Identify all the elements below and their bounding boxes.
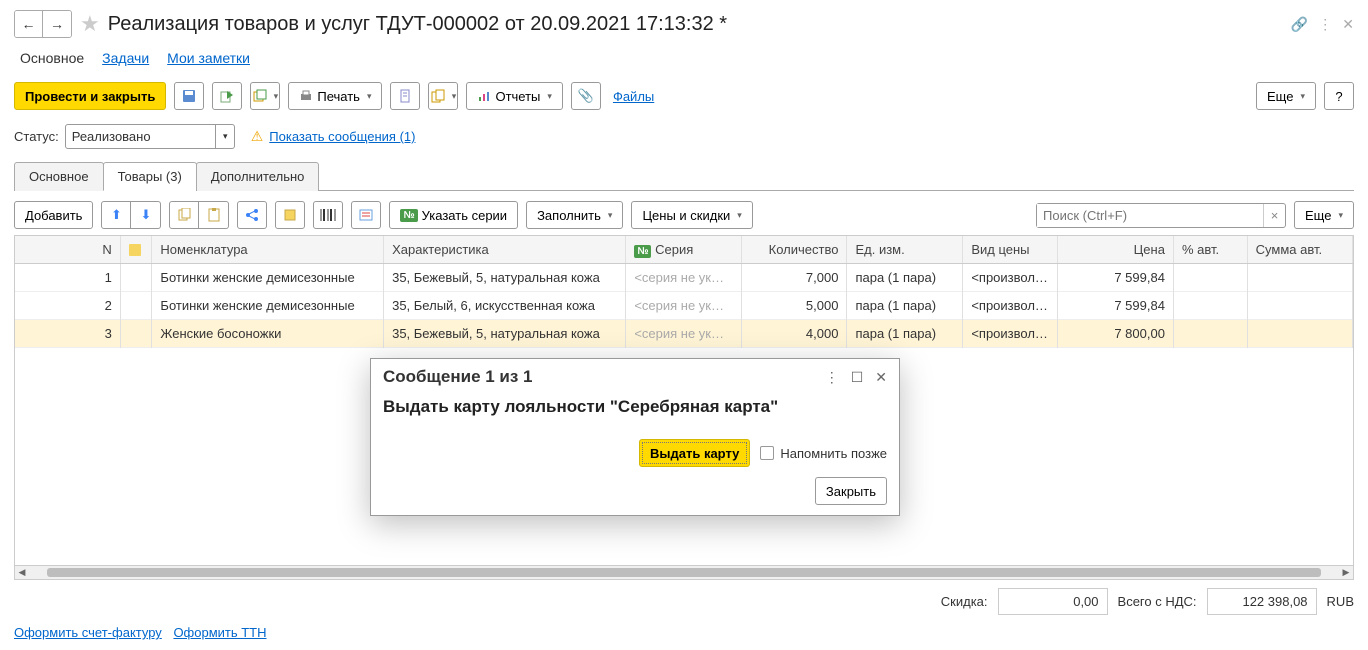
save-button[interactable] xyxy=(174,82,204,110)
close-window-icon[interactable]: ✕ xyxy=(1342,16,1354,33)
more-button[interactable]: Еще▾ xyxy=(1256,82,1316,110)
help-button[interactable]: ? xyxy=(1324,82,1354,110)
col-flag[interactable] xyxy=(120,236,152,264)
files-link[interactable]: Файлы xyxy=(613,89,654,104)
col-n[interactable]: N xyxy=(15,236,120,264)
subtab-main[interactable]: Основное xyxy=(20,50,84,66)
subtab-tasks[interactable]: Задачи xyxy=(102,50,149,66)
favorite-star-icon[interactable]: ★ xyxy=(80,11,100,37)
copy-button[interactable] xyxy=(169,201,199,229)
add-row-button[interactable]: Добавить xyxy=(14,201,93,229)
related-docs-button[interactable]: ▾ xyxy=(428,82,458,110)
fill-button[interactable]: Заполнить▾ xyxy=(526,201,623,229)
show-messages-link[interactable]: Показать сообщения (1) xyxy=(269,129,415,144)
nav-back-button[interactable]: ← xyxy=(15,11,43,37)
dialog-body: Выдать карту лояльности "Серебряная карт… xyxy=(371,391,899,431)
post-button[interactable] xyxy=(212,82,242,110)
col-serial[interactable]: № Серия xyxy=(626,236,742,264)
dialog-maximize-icon[interactable]: ☐ xyxy=(851,369,864,386)
dialog-close-button[interactable]: Закрыть xyxy=(815,477,887,505)
print-button[interactable]: Печать▾ xyxy=(288,82,382,110)
link-icon[interactable]: 🔗 xyxy=(1291,16,1308,33)
tab-extra[interactable]: Дополнительно xyxy=(196,162,320,191)
specify-series-button[interactable]: №Указать серии xyxy=(389,201,518,229)
message-dialog: Сообщение 1 из 1 ⋮ ☐ ✕ Выдать карту лоял… xyxy=(370,358,900,516)
list-edit-button[interactable] xyxy=(351,201,381,229)
col-auto-pct[interactable]: % авт. xyxy=(1173,236,1247,264)
goods-table: N Номенклатура Характеристика № Серия Ко… xyxy=(15,236,1353,348)
dialog-title: Сообщение 1 из 1 xyxy=(383,367,533,387)
issue-card-button[interactable]: Выдать карту xyxy=(639,439,750,467)
col-quantity[interactable]: Количество xyxy=(742,236,847,264)
dialog-kebab-icon[interactable]: ⋮ xyxy=(825,369,839,386)
move-down-button[interactable]: ⬇ xyxy=(131,201,161,229)
search-clear-button[interactable]: × xyxy=(1263,204,1285,227)
discount-label: Скидка: xyxy=(941,594,988,609)
table-row[interactable]: 3Женские босоножки35, Бежевый, 5, натура… xyxy=(15,320,1353,348)
post-and-close-button[interactable]: Провести и закрыть xyxy=(14,82,166,110)
prices-discounts-button[interactable]: Цены и скидки▾ xyxy=(631,201,752,229)
horizontal-scrollbar[interactable]: ◀ ▶ xyxy=(15,565,1353,579)
ttn-link[interactable]: Оформить ТТН xyxy=(173,625,266,640)
tab-main[interactable]: Основное xyxy=(14,162,104,191)
remind-later-checkbox[interactable]: Напомнить позже xyxy=(760,446,887,461)
col-sum-auto[interactable]: Сумма авт. xyxy=(1247,236,1352,264)
total-label: Всего с НДС: xyxy=(1118,594,1197,609)
col-price[interactable]: Цена xyxy=(1058,236,1174,264)
table-row[interactable]: 1Ботинки женские демисезонные35, Бежевый… xyxy=(15,264,1353,292)
share-button[interactable] xyxy=(237,201,267,229)
page-title: Реализация товаров и услуг ТДУТ-000002 о… xyxy=(108,13,727,36)
invoice-link[interactable]: Оформить счет-фактуру xyxy=(14,625,162,640)
status-select[interactable]: Реализовано xyxy=(65,124,235,149)
chevron-down-icon[interactable]: ▾ xyxy=(215,124,235,149)
table-search-input[interactable] xyxy=(1037,204,1263,227)
tab-goods[interactable]: Товары (3) xyxy=(103,162,197,191)
table-more-button[interactable]: Еще▾ xyxy=(1294,201,1354,229)
move-up-button[interactable]: ⬆ xyxy=(101,201,131,229)
table-row[interactable]: 2Ботинки женские демисезонные35, Белый, … xyxy=(15,292,1353,320)
discount-value[interactable]: 0,00 xyxy=(998,588,1108,615)
subtab-notes[interactable]: Мои заметки xyxy=(167,50,250,66)
total-value: 122 398,08 xyxy=(1207,588,1317,615)
currency-label: RUB xyxy=(1327,594,1354,609)
barcode-button[interactable] xyxy=(313,201,343,229)
reports-button[interactable]: Отчеты▾ xyxy=(466,82,562,110)
col-unit[interactable]: Ед. изм. xyxy=(847,236,963,264)
col-nomenclature[interactable]: Номенклатура xyxy=(152,236,384,264)
pick-button[interactable] xyxy=(275,201,305,229)
status-label: Статус: xyxy=(14,129,59,144)
attach-button[interactable]: 📎 xyxy=(571,82,601,110)
paste-button[interactable] xyxy=(199,201,229,229)
doc-icon-button[interactable] xyxy=(390,82,420,110)
create-based-button[interactable]: ▾ xyxy=(250,82,280,110)
dialog-close-icon[interactable]: ✕ xyxy=(875,369,887,386)
nav-forward-button[interactable]: → xyxy=(43,11,71,37)
kebab-icon[interactable]: ⋮ xyxy=(1318,16,1332,33)
warning-icon: ⚠ xyxy=(251,128,264,145)
col-characteristic[interactable]: Характеристика xyxy=(384,236,626,264)
col-price-type[interactable]: Вид цены xyxy=(963,236,1058,264)
